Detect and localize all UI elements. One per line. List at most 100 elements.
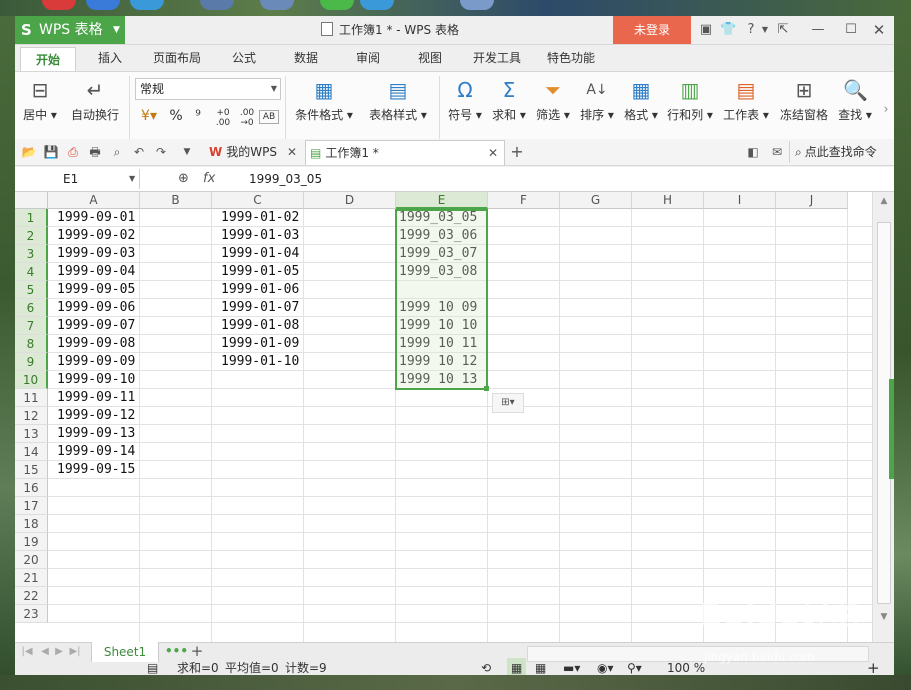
format-button[interactable]: ▦ 格式 ▾: [621, 78, 661, 123]
number-format-select[interactable]: 常规 ▼: [135, 78, 281, 100]
row-header-2[interactable]: 2: [15, 227, 48, 245]
zoom-level[interactable]: 100 %: [667, 658, 705, 675]
row-header-13[interactable]: 13: [15, 425, 48, 443]
fill-handle[interactable]: [484, 386, 489, 391]
conditional-format-button[interactable]: ▦ 条件格式 ▾: [291, 78, 357, 123]
column-header-j[interactable]: J: [776, 192, 848, 209]
row-header-20[interactable]: 20: [15, 551, 48, 569]
cell-a14[interactable]: 1999-09-14: [57, 443, 135, 461]
decrease-decimal-button[interactable]: .00 →0: [237, 108, 257, 128]
zoom-in-icon[interactable]: +: [867, 658, 880, 675]
history-icon[interactable]: ⟲: [481, 658, 491, 675]
cell-a12[interactable]: 1999-09-12: [57, 407, 135, 425]
row-header-10[interactable]: 10: [15, 371, 48, 389]
row-header-19[interactable]: 19: [15, 533, 48, 551]
cell-c6[interactable]: 1999-01-07: [221, 299, 299, 317]
shirt-icon[interactable]: 👕: [720, 22, 736, 38]
scroll-down-icon[interactable]: ▼: [877, 610, 891, 624]
row-header-4[interactable]: 4: [15, 263, 48, 281]
minimize-icon[interactable]: —: [810, 22, 826, 38]
dock-app-icon[interactable]: [200, 0, 234, 10]
spreadsheet-grid[interactable]: A B C D E F G H I J 1 2 3 4 5 6 7 8 9 10 11 12 13 14 15 16 17 18 19 2…: [15, 192, 872, 642]
undo-icon[interactable]: ↶: [131, 144, 147, 160]
column-header-e[interactable]: E: [396, 192, 488, 209]
close-tab-icon[interactable]: ✕: [488, 141, 498, 165]
worksheet-button[interactable]: ▤ 工作表 ▾: [721, 78, 771, 123]
dock-app-icon[interactable]: [86, 0, 120, 10]
row-header-15[interactable]: 15: [15, 461, 48, 479]
format-convert-button[interactable]: AB: [259, 110, 279, 124]
row-header-7[interactable]: 7: [15, 317, 48, 335]
cell-a11[interactable]: 1999-09-11: [57, 389, 135, 407]
maximize-icon[interactable]: ☐: [843, 22, 859, 38]
scroll-up-icon[interactable]: ▲: [877, 194, 891, 208]
tab-insert[interactable]: 插入: [89, 45, 131, 71]
cell-c7[interactable]: 1999-01-08: [221, 317, 299, 335]
help-dropdown-icon[interactable]: ▼: [757, 22, 773, 38]
dock-app-icon[interactable]: [320, 0, 354, 10]
row-header-3[interactable]: 3: [15, 245, 48, 263]
currency-button[interactable]: ¥▾: [135, 108, 163, 124]
close-tab-icon[interactable]: ✕: [287, 140, 297, 164]
print-preview-icon[interactable]: ⌕: [109, 144, 125, 160]
cell-a4[interactable]: 1999-09-04: [57, 263, 135, 281]
tab-formula[interactable]: 公式: [223, 45, 265, 71]
tab-my-wps[interactable]: W 我的WPS ✕: [205, 140, 303, 164]
doc-mail-icon[interactable]: ✉: [769, 144, 785, 160]
row-header-16[interactable]: 16: [15, 479, 48, 497]
row-header-5[interactable]: 5: [15, 281, 48, 299]
customize-dropdown-icon[interactable]: ▼: [179, 144, 195, 160]
cell-a8[interactable]: 1999-09-08: [57, 335, 135, 353]
next-sheet-icon[interactable]: ▶: [51, 644, 67, 660]
dock-app-icon[interactable]: [460, 0, 494, 10]
row-header-22[interactable]: 22: [15, 587, 48, 605]
row-header-14[interactable]: 14: [15, 443, 48, 461]
column-header-d[interactable]: D: [304, 192, 396, 209]
row-header-9[interactable]: 9: [15, 353, 48, 371]
column-header-f[interactable]: F: [488, 192, 560, 209]
cell-c8[interactable]: 1999-01-09: [221, 335, 299, 353]
tab-special[interactable]: 特色功能: [541, 45, 601, 71]
cell-c5[interactable]: 1999-01-06: [221, 281, 299, 299]
tab-data[interactable]: 数据: [285, 45, 327, 71]
normal-view-icon[interactable]: ▦: [507, 658, 527, 675]
row-header-21[interactable]: 21: [15, 569, 48, 587]
name-box[interactable]: E1 ▼: [15, 169, 140, 189]
percent-button[interactable]: %: [169, 108, 183, 124]
sum-button[interactable]: Σ 求和 ▾: [489, 78, 529, 123]
app-menu-button[interactable]: S WPS 表格 ▼: [15, 16, 125, 44]
cell-c1[interactable]: 1999-01-02: [221, 209, 299, 227]
column-header-c[interactable]: C: [212, 192, 304, 209]
cell-a1[interactable]: 1999-09-01: [57, 209, 135, 227]
row-header-6[interactable]: 6: [15, 299, 48, 317]
cell-a13[interactable]: 1999-09-13: [57, 425, 135, 443]
cell-a3[interactable]: 1999-09-03: [57, 245, 135, 263]
skin-icon[interactable]: ▣: [698, 22, 714, 38]
row-header-8[interactable]: 8: [15, 335, 48, 353]
tab-home[interactable]: 开始: [20, 47, 76, 72]
cell-c9[interactable]: 1999-01-10: [221, 353, 299, 371]
dock-app-icon[interactable]: [42, 0, 76, 10]
new-tab-icon[interactable]: +: [509, 144, 525, 160]
wrap-text-button[interactable]: ↵ 自动换行: [67, 78, 123, 123]
cell-a7[interactable]: 1999-09-07: [57, 317, 135, 335]
restore-ribbon-icon[interactable]: ⇱: [775, 22, 791, 38]
doc-action-icon[interactable]: ◧: [745, 144, 761, 160]
last-sheet-icon[interactable]: ▶|: [67, 644, 83, 660]
column-header-g[interactable]: G: [560, 192, 632, 209]
dock-app-icon[interactable]: [130, 0, 164, 10]
row-header-11[interactable]: 11: [15, 389, 48, 407]
cell-a6[interactable]: 1999-09-06: [57, 299, 135, 317]
close-icon[interactable]: ✕: [871, 22, 887, 38]
row-header-1[interactable]: 1: [15, 209, 48, 227]
redo-icon[interactable]: ↷: [153, 144, 169, 160]
side-panel-handle[interactable]: [889, 379, 894, 479]
tab-review[interactable]: 审阅: [347, 45, 389, 71]
formula-input[interactable]: 1999_03_05: [249, 167, 322, 191]
first-sheet-icon[interactable]: |◀: [19, 644, 35, 660]
table-style-button[interactable]: ▤ 表格样式 ▾: [365, 78, 431, 123]
row-header-23[interactable]: 23: [15, 605, 48, 623]
login-button[interactable]: 未登录: [613, 16, 691, 44]
cell-a5[interactable]: 1999-09-05: [57, 281, 135, 299]
freeze-panes-button[interactable]: ⊞ 冻结窗格: [777, 78, 831, 123]
